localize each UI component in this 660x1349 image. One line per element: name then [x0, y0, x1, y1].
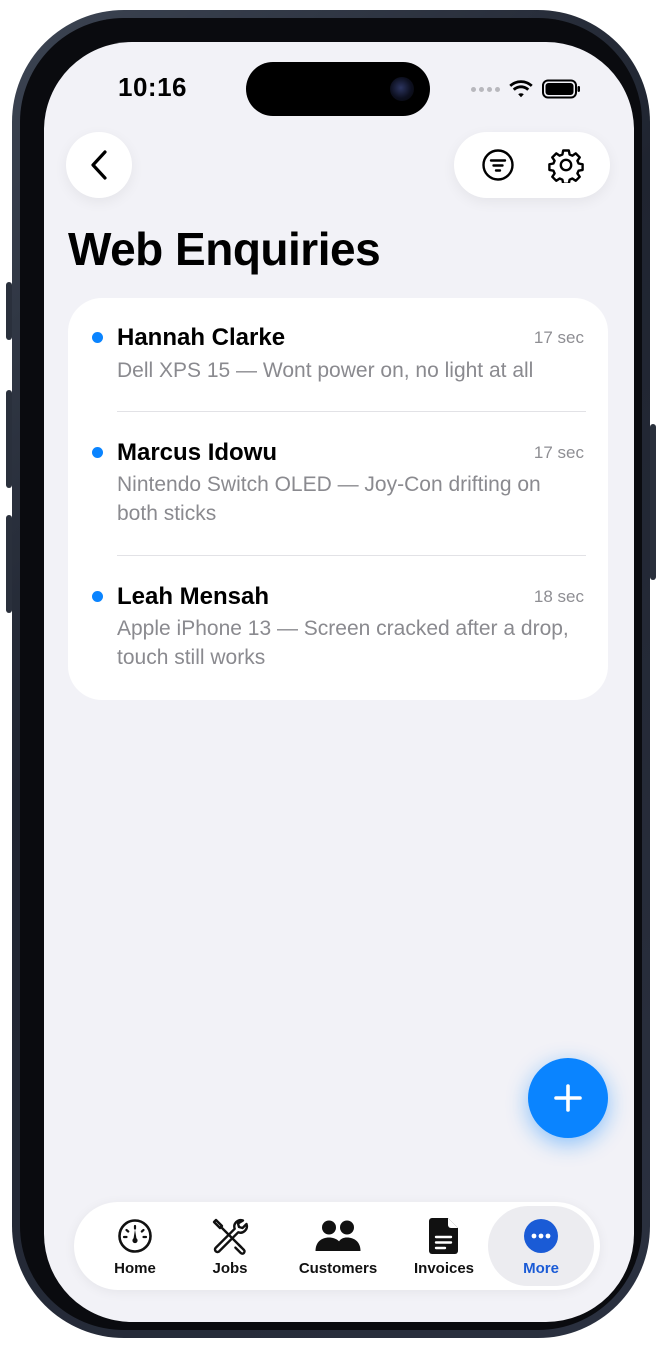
- add-enquiry-button[interactable]: [528, 1058, 608, 1138]
- settings-button[interactable]: [547, 147, 584, 183]
- tab-home[interactable]: Home: [80, 1206, 190, 1286]
- customer-name: Marcus Idowu: [117, 439, 278, 466]
- power-button: [650, 424, 656, 580]
- battery-icon: [542, 79, 580, 99]
- tab-more[interactable]: More: [488, 1206, 594, 1286]
- tab-label: Customers: [298, 1260, 378, 1277]
- header-actions: [454, 132, 610, 198]
- status-icons: [471, 78, 582, 100]
- cellular-signal-icon: [471, 86, 500, 92]
- gear-icon: [547, 149, 584, 183]
- tab-customers[interactable]: Customers: [280, 1206, 396, 1286]
- screen: 10:16 Web Enquiries Hannah Clarke 17 sec…: [44, 42, 634, 1322]
- dynamic-island: [246, 62, 430, 116]
- time-ago: 17 sec: [533, 328, 584, 347]
- time-ago: 18 sec: [533, 587, 584, 606]
- phone-frame: 10:16 Web Enquiries Hannah Clarke 17 sec…: [6, 10, 656, 1338]
- gauge-icon: [118, 1219, 152, 1253]
- bezel: 10:16 Web Enquiries Hannah Clarke 17 sec…: [20, 18, 642, 1330]
- tab-invoices[interactable]: Invoices: [394, 1206, 494, 1286]
- filter-icon: [481, 149, 514, 181]
- filter-button[interactable]: [481, 148, 515, 182]
- tools-icon: [212, 1218, 249, 1255]
- enquiry-description: Apple iPhone 13 — Screen cracked after a…: [117, 617, 569, 669]
- tab-label: Invoices: [413, 1260, 475, 1277]
- tab-jobs[interactable]: Jobs: [180, 1206, 280, 1286]
- enquiry-description: Nintendo Switch OLED — Joy-Con drifting …: [117, 473, 541, 525]
- volume-down-button: [6, 515, 12, 613]
- list-item[interactable]: Hannah Clarke 17 sec Dell XPS 15 — Wont …: [68, 298, 608, 412]
- status-time: 10:16: [118, 72, 187, 102]
- plus-icon: [554, 1084, 582, 1112]
- tab-bar: Home Jobs Customers Invoices More: [74, 1202, 600, 1290]
- action-button: [6, 282, 12, 340]
- page-title: Web Enquiries: [68, 223, 381, 275]
- chevron-left-icon: [91, 150, 107, 180]
- tab-label: Jobs: [212, 1260, 248, 1277]
- wifi-icon: [509, 80, 533, 98]
- more-icon: [524, 1219, 558, 1253]
- camera-icon: [390, 77, 414, 101]
- enquiries-list: Hannah Clarke 17 sec Dell XPS 15 — Wont …: [68, 298, 608, 700]
- tab-label: More: [523, 1260, 559, 1277]
- time-ago: 17 sec: [533, 443, 584, 462]
- back-button[interactable]: [66, 132, 132, 198]
- volume-up-button: [6, 390, 12, 488]
- unread-dot: [92, 447, 103, 458]
- customer-name: Hannah Clarke: [117, 324, 286, 351]
- unread-dot: [92, 332, 103, 343]
- tab-label: Home: [114, 1260, 156, 1277]
- document-icon: [429, 1218, 458, 1254]
- list-item[interactable]: Marcus Idowu 17 sec Nintendo Switch OLED…: [68, 412, 608, 556]
- people-icon: [315, 1220, 361, 1251]
- list-item[interactable]: Leah Mensah 18 sec Apple iPhone 13 — Scr…: [68, 556, 608, 700]
- unread-dot: [92, 591, 103, 602]
- enquiry-description: Dell XPS 15 — Wont power on, no light at…: [117, 359, 534, 382]
- customer-name: Leah Mensah: [117, 583, 270, 610]
